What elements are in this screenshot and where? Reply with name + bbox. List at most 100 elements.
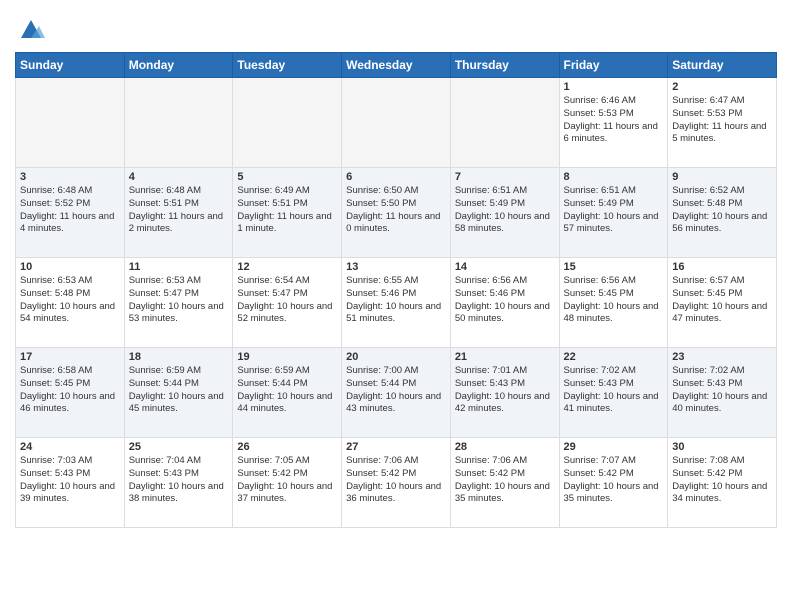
day-info: Sunrise: 6:59 AMSunset: 5:44 PMDaylight:… (129, 365, 229, 416)
calendar-cell: 8 Sunrise: 6:51 AMSunset: 5:49 PMDaylight… (559, 168, 668, 258)
weekday-header-sunday: Sunday (16, 53, 125, 78)
day-number: 10 (20, 261, 120, 273)
day-number: 9 (672, 171, 772, 183)
calendar-cell (342, 78, 451, 168)
day-info: Sunrise: 6:47 AMSunset: 5:53 PMDaylight:… (672, 95, 772, 146)
week-row-3: 10 Sunrise: 6:53 AMSunset: 5:48 PMDayligh… (16, 258, 777, 348)
day-info: Sunrise: 7:08 AMSunset: 5:42 PMDaylight:… (672, 455, 772, 506)
week-row-1: 1Sunrise: 6:46 AMSunset: 5:53 PMDaylight… (16, 78, 777, 168)
calendar-cell: 7Sunrise: 6:51 AMSunset: 5:49 PMDaylight… (450, 168, 559, 258)
day-number: 12 (237, 261, 337, 273)
page-container: SundayMondayTuesdayWednesdayThursdayFrid… (0, 0, 792, 538)
day-info: Sunrise: 7:02 AMSunset: 5:43 PMDaylight:… (672, 365, 772, 416)
day-number: 25 (129, 441, 229, 453)
day-info: Sunrise: 6:54 AMSunset: 5:47 PMDaylight:… (237, 275, 337, 326)
weekday-header-row: SundayMondayTuesdayWednesdayThursdayFrid… (16, 53, 777, 78)
day-info: Sunrise: 6:53 AMSunset: 5:48 PMDaylight:… (20, 275, 120, 326)
weekday-header-friday: Friday (559, 53, 668, 78)
day-number: 14 (455, 261, 555, 273)
calendar-cell: 23Sunrise: 7:02 AMSunset: 5:43 PMDayligh… (668, 348, 777, 438)
calendar-cell: 30 Sunrise: 7:08 AMSunset: 5:42 PMDayligh… (668, 438, 777, 528)
calendar-cell: 14 Sunrise: 6:56 AMSunset: 5:46 PMDayligh… (450, 258, 559, 348)
day-info: Sunrise: 6:50 AMSunset: 5:50 PMDaylight:… (346, 185, 446, 236)
calendar-cell: 16 Sunrise: 6:57 AMSunset: 5:45 PMDayligh… (668, 258, 777, 348)
day-info: Sunrise: 6:51 AMSunset: 5:49 PMDaylight:… (455, 185, 555, 236)
calendar-cell: 15 Sunrise: 6:56 AMSunset: 5:45 PMDayligh… (559, 258, 668, 348)
calendar-cell: 21 Sunrise: 7:01 AMSunset: 5:43 PMDayligh… (450, 348, 559, 438)
calendar-cell (16, 78, 125, 168)
weekday-header-thursday: Thursday (450, 53, 559, 78)
calendar-cell: 25 Sunrise: 7:04 AMSunset: 5:43 PMDayligh… (124, 438, 233, 528)
day-info: Sunrise: 7:06 AMSunset: 5:42 PMDaylight:… (346, 455, 446, 506)
calendar-cell: 22Sunrise: 7:02 AMSunset: 5:43 PMDayligh… (559, 348, 668, 438)
day-info: Sunrise: 6:46 AMSunset: 5:53 PMDaylight:… (564, 95, 664, 146)
day-number: 20 (346, 351, 446, 363)
calendar-cell (124, 78, 233, 168)
day-info: Sunrise: 6:56 AMSunset: 5:46 PMDaylight:… (455, 275, 555, 326)
calendar-cell: 17 Sunrise: 6:58 AMSunset: 5:45 PMDayligh… (16, 348, 125, 438)
weekday-header-wednesday: Wednesday (342, 53, 451, 78)
calendar-cell: 27 Sunrise: 7:06 AMSunset: 5:42 PMDayligh… (342, 438, 451, 528)
day-info: Sunrise: 6:59 AMSunset: 5:44 PMDaylight:… (237, 365, 337, 416)
day-info: Sunrise: 6:49 AMSunset: 5:51 PMDaylight:… (237, 185, 337, 236)
logo (15, 16, 45, 44)
day-number: 5 (237, 171, 337, 183)
calendar-cell: 11Sunrise: 6:53 AMSunset: 5:47 PMDayligh… (124, 258, 233, 348)
day-number: 30 (672, 441, 772, 453)
day-number: 2 (672, 81, 772, 93)
day-info: Sunrise: 6:56 AMSunset: 5:45 PMDaylight:… (564, 275, 664, 326)
week-row-5: 24 Sunrise: 7:03 AMSunset: 5:43 PMDayligh… (16, 438, 777, 528)
day-number: 6 (346, 171, 446, 183)
calendar-cell: 4Sunrise: 6:48 AMSunset: 5:51 PMDaylight… (124, 168, 233, 258)
calendar-cell: 24 Sunrise: 7:03 AMSunset: 5:43 PMDayligh… (16, 438, 125, 528)
day-number: 3 (20, 171, 120, 183)
day-info: Sunrise: 7:06 AMSunset: 5:42 PMDaylight:… (455, 455, 555, 506)
day-number: 28 (455, 441, 555, 453)
day-number: 26 (237, 441, 337, 453)
calendar-cell: 20Sunrise: 7:00 AMSunset: 5:44 PMDayligh… (342, 348, 451, 438)
day-number: 27 (346, 441, 446, 453)
week-row-4: 17 Sunrise: 6:58 AMSunset: 5:45 PMDayligh… (16, 348, 777, 438)
day-number: 29 (564, 441, 664, 453)
weekday-header-tuesday: Tuesday (233, 53, 342, 78)
day-number: 22 (564, 351, 664, 363)
day-number: 4 (129, 171, 229, 183)
day-number: 19 (237, 351, 337, 363)
day-number: 13 (346, 261, 446, 273)
day-number: 21 (455, 351, 555, 363)
calendar-cell: 19 Sunrise: 6:59 AMSunset: 5:44 PMDayligh… (233, 348, 342, 438)
day-info: Sunrise: 7:01 AMSunset: 5:43 PMDaylight:… (455, 365, 555, 416)
calendar-cell: 10 Sunrise: 6:53 AMSunset: 5:48 PMDayligh… (16, 258, 125, 348)
day-info: Sunrise: 6:55 AMSunset: 5:46 PMDaylight:… (346, 275, 446, 326)
calendar-cell (233, 78, 342, 168)
calendar-cell: 28 Sunrise: 7:06 AMSunset: 5:42 PMDayligh… (450, 438, 559, 528)
day-info: Sunrise: 7:04 AMSunset: 5:43 PMDaylight:… (129, 455, 229, 506)
week-row-2: 3 Sunrise: 6:48 AMSunset: 5:52 PMDaylight… (16, 168, 777, 258)
weekday-header-saturday: Saturday (668, 53, 777, 78)
calendar-cell: 13 Sunrise: 6:55 AMSunset: 5:46 PMDayligh… (342, 258, 451, 348)
calendar-cell: 9 Sunrise: 6:52 AMSunset: 5:48 PMDaylight… (668, 168, 777, 258)
calendar-cell: 3 Sunrise: 6:48 AMSunset: 5:52 PMDaylight… (16, 168, 125, 258)
calendar-cell: 2 Sunrise: 6:47 AMSunset: 5:53 PMDaylight… (668, 78, 777, 168)
day-info: Sunrise: 6:51 AMSunset: 5:49 PMDaylight:… (564, 185, 664, 236)
day-info: Sunrise: 6:48 AMSunset: 5:52 PMDaylight:… (20, 185, 120, 236)
day-number: 24 (20, 441, 120, 453)
day-number: 8 (564, 171, 664, 183)
calendar-cell: 6 Sunrise: 6:50 AMSunset: 5:50 PMDaylight… (342, 168, 451, 258)
weekday-header-monday: Monday (124, 53, 233, 78)
day-number: 15 (564, 261, 664, 273)
day-info: Sunrise: 6:52 AMSunset: 5:48 PMDaylight:… (672, 185, 772, 236)
day-info: Sunrise: 6:57 AMSunset: 5:45 PMDaylight:… (672, 275, 772, 326)
day-number: 17 (20, 351, 120, 363)
calendar-table: SundayMondayTuesdayWednesdayThursdayFrid… (15, 52, 777, 528)
day-info: Sunrise: 7:05 AMSunset: 5:42 PMDaylight:… (237, 455, 337, 506)
day-info: Sunrise: 7:03 AMSunset: 5:43 PMDaylight:… (20, 455, 120, 506)
calendar-cell: 26 Sunrise: 7:05 AMSunset: 5:42 PMDayligh… (233, 438, 342, 528)
day-number: 16 (672, 261, 772, 273)
day-number: 11 (129, 261, 229, 273)
logo-icon (17, 16, 45, 44)
calendar-cell: 18Sunrise: 6:59 AMSunset: 5:44 PMDayligh… (124, 348, 233, 438)
calendar-cell: 12 Sunrise: 6:54 AMSunset: 5:47 PMDayligh… (233, 258, 342, 348)
day-info: Sunrise: 6:58 AMSunset: 5:45 PMDaylight:… (20, 365, 120, 416)
calendar-cell (450, 78, 559, 168)
